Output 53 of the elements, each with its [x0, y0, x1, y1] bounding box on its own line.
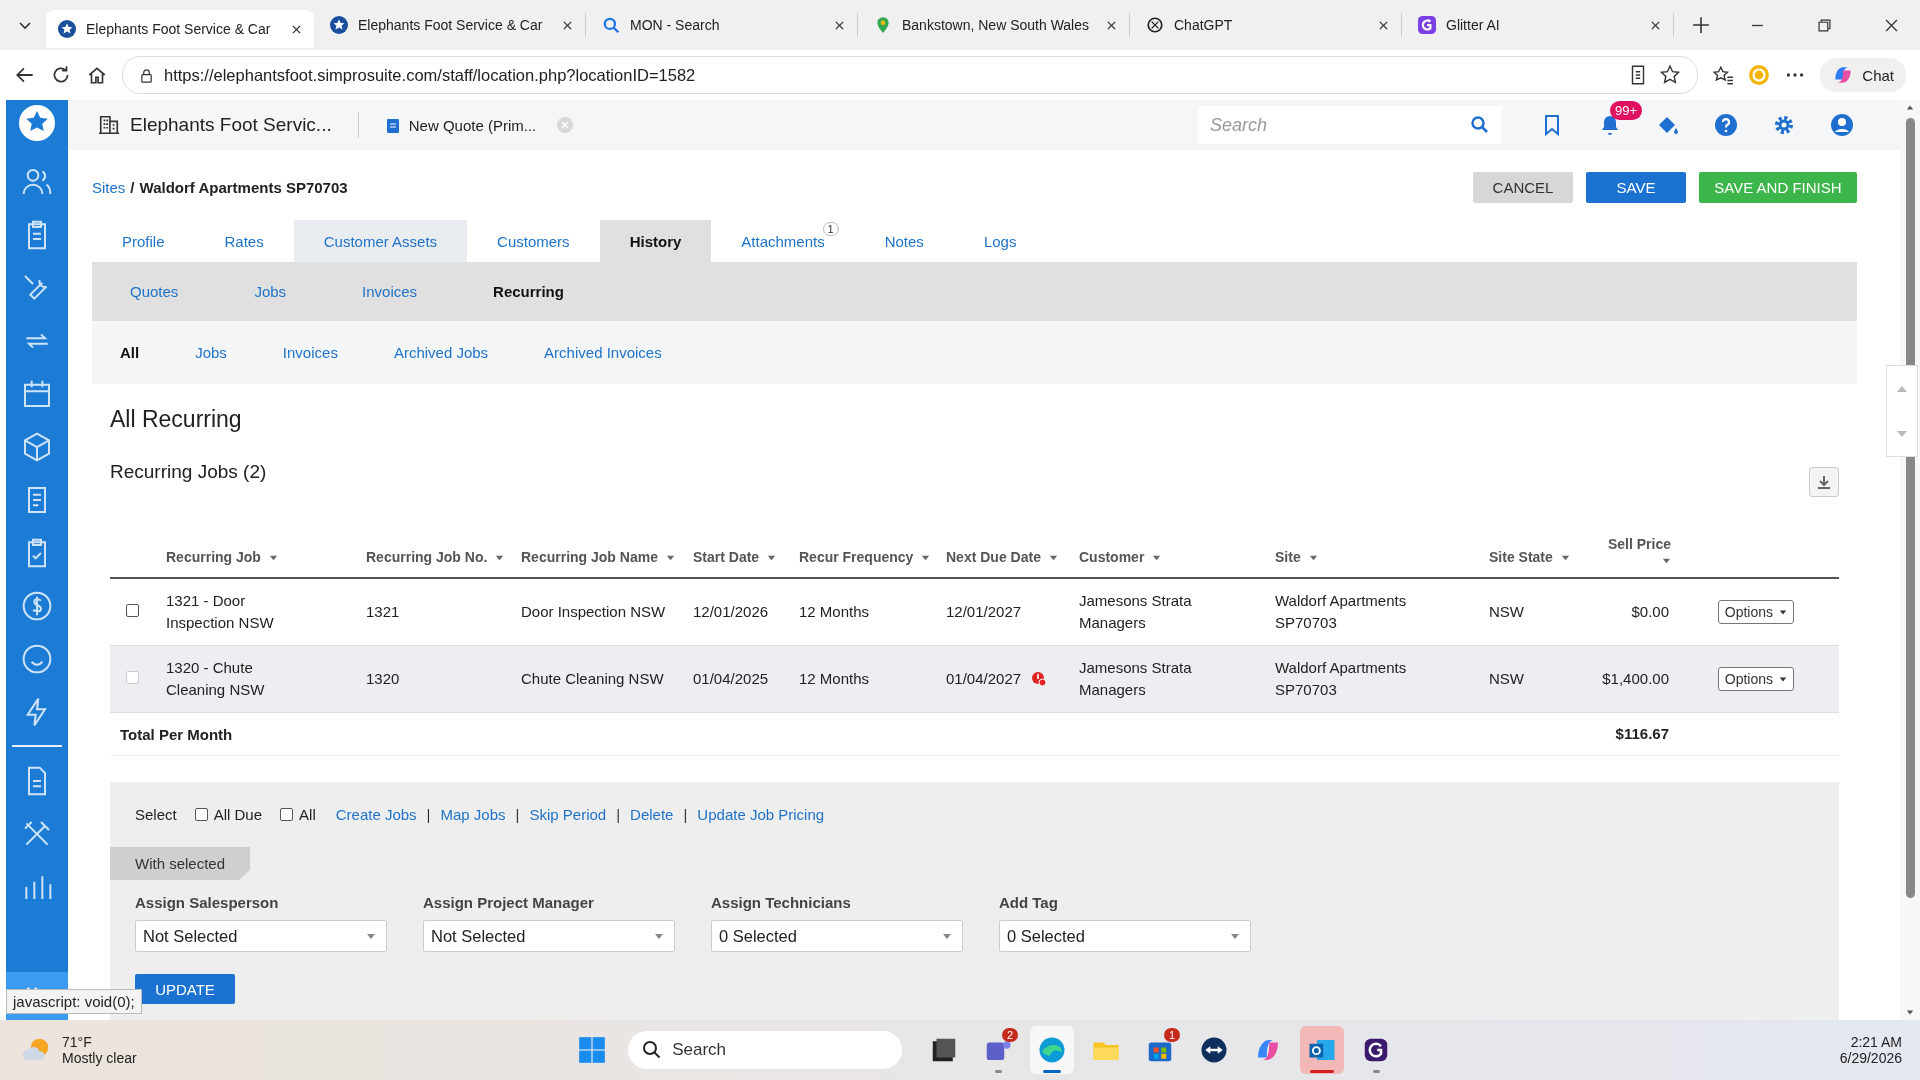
table-cell-text: 12/01/2027	[946, 602, 1022, 623]
link-separator: |	[515, 806, 520, 823]
clock-date: 6/29/2026	[1839, 1050, 1902, 1066]
notification-badge: 99+	[1610, 101, 1643, 120]
table-cell-text: 1321	[366, 602, 400, 623]
table-cell-text: 1320 - Chute Cleaning NSW	[166, 658, 266, 700]
count-badge: 1	[822, 222, 839, 236]
field-label: Assign Project Manager	[423, 894, 595, 911]
with-selected-label: With selected	[110, 847, 251, 880]
table-cell-text: NSW	[1489, 669, 1524, 690]
clock-time: 2:21 AM	[1850, 1034, 1902, 1050]
tab-title: MON - Search	[630, 17, 721, 33]
table-cell-text: 1320	[366, 669, 400, 690]
table-cell-text: 12 Months	[799, 602, 870, 623]
table-cell-text: 1321 - Door Inspection NSW	[166, 591, 275, 633]
total-label: Total Per Month	[119, 725, 234, 743]
table-cell-text: Waldorf Apartments SP70703	[1275, 658, 1408, 700]
notification-badge: 2	[1002, 1028, 1019, 1042]
table-cell-text: Door Inspection NSW	[521, 602, 666, 623]
total-value: $116.67	[1615, 724, 1669, 745]
field-label: Assign Salesperson	[135, 894, 280, 911]
page-title: All Recurring	[110, 406, 243, 433]
tab-title: Glitter AI	[1446, 17, 1501, 33]
table-cell-text: Chute Cleaning NSW	[521, 669, 664, 690]
field-label: Assign Technicians	[711, 894, 852, 911]
table-cell-text: 01/04/2027	[946, 669, 1022, 690]
tab-title: ChatGPT	[1174, 17, 1234, 33]
notification-badge: 1	[1164, 1028, 1181, 1042]
table-cell-text: Jamesons Strata Managers	[1079, 658, 1193, 700]
checkbox-label: All Due	[213, 806, 263, 823]
table-cell-text: 01/04/2025	[693, 669, 769, 690]
temperature: 71°F	[62, 1034, 93, 1050]
table-cell-text: 12/01/2026	[693, 602, 769, 623]
table-cell-text: $0.00	[1631, 602, 1669, 623]
table-cell-text: 12 Months	[799, 669, 870, 690]
weather-condition: Mostly clear	[62, 1050, 137, 1066]
tab-title: Bankstown, New South Wales	[902, 17, 1090, 33]
table-cell-text: Waldorf Apartments SP70703	[1275, 591, 1408, 633]
checkbox-label: All	[299, 806, 316, 823]
tab-title: Elephants Foot Service & Car	[86, 21, 272, 37]
link-separator: |	[683, 806, 688, 823]
status-tooltip: javascript: void(0);	[6, 989, 142, 1014]
table-cell-text: Jamesons Strata Managers	[1079, 591, 1193, 633]
link-separator: |	[426, 806, 431, 823]
table-cell-text: $1,400.00	[1602, 669, 1669, 690]
breadcrumb-separator: /	[130, 178, 135, 196]
tab-title: Elephants Foot Service & Car	[358, 17, 544, 33]
field-label: Add Tag	[999, 894, 1059, 911]
breadcrumb-current: Waldorf Apartments SP70703	[139, 178, 348, 196]
table-cell-text: NSW	[1489, 602, 1524, 623]
select-label: Select	[135, 806, 177, 823]
link-separator: |	[616, 806, 621, 823]
section-title: Recurring Jobs (2)	[110, 461, 267, 483]
